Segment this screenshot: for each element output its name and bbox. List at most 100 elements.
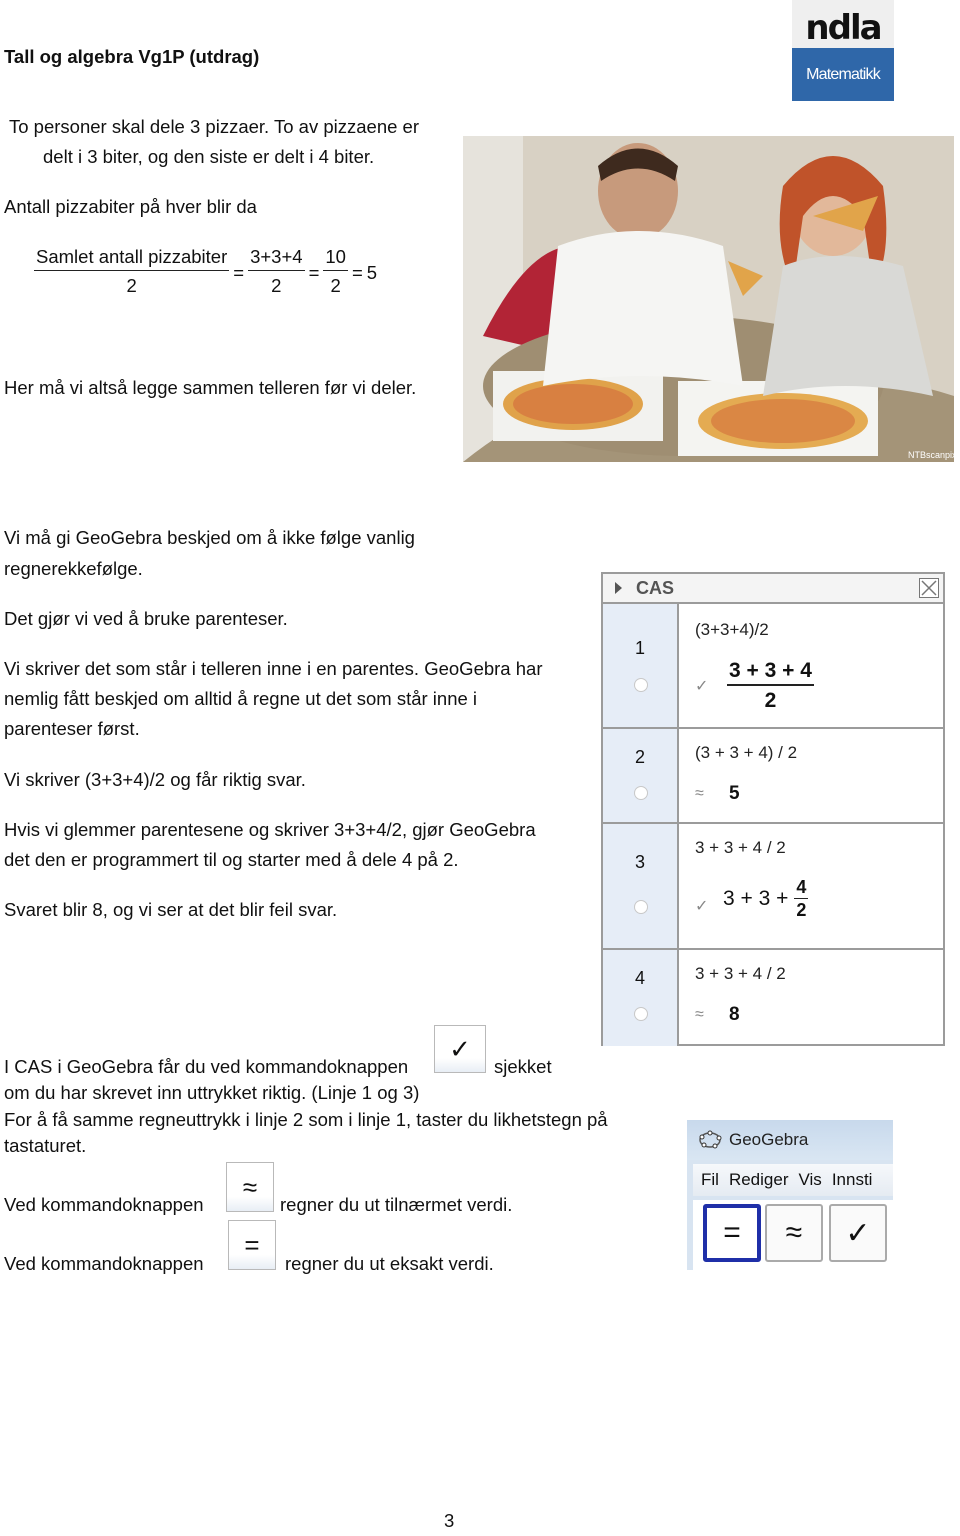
row-number: 4 <box>634 968 645 988</box>
geogebra-titlebar: GeoGebra <box>687 1120 893 1160</box>
photo-watermark: NTBscanpix <box>908 450 954 460</box>
numerator: 3 + 3 + 4 <box>729 659 812 682</box>
check-icon: ✓ <box>695 898 709 915</box>
tool-numeric-approx[interactable]: ≈ <box>765 1204 823 1262</box>
equals-sign: = <box>233 261 245 283</box>
cas-input[interactable]: (3 + 3 + 4) / 2 <box>695 743 797 763</box>
menu-item-innstillinger[interactable]: Innsti <box>832 1170 873 1190</box>
paragraph-5: Vi skriver (3+3+4)/2 og får riktig svar. <box>4 769 306 790</box>
page-number: 3 <box>444 1510 455 1531</box>
paragraph-3: Det gjør vi ved å bruke parenteser. <box>4 608 288 629</box>
ndla-logo: ndla Matematikk <box>792 0 894 101</box>
pizza-photo: NTBscanpix <box>463 136 954 462</box>
approx-icon: ≈ <box>695 785 704 802</box>
close-icon[interactable] <box>919 578 939 598</box>
row-body: (3+3+4)/2 ✓ 3 + 3 + 4 2 <box>679 604 943 727</box>
row-number: 3 <box>634 852 645 872</box>
paragraph-4b: nemlig fått beskjed om alltid å regne ut… <box>4 688 478 709</box>
intro-line-1: To personer skal dele 3 pizzaer. To av p… <box>9 116 419 137</box>
bottom-line-4: tastaturet. <box>4 1135 87 1156</box>
cas-title: CAS <box>636 577 675 598</box>
approx-button[interactable]: ≈ <box>226 1162 274 1212</box>
numerator: 4 <box>796 877 807 897</box>
denominator: 2 <box>248 270 305 301</box>
check-button[interactable]: ✓ <box>434 1025 486 1073</box>
menu-item-fil[interactable]: Fil <box>701 1170 719 1190</box>
cas-output: 5 <box>729 783 740 804</box>
bottom-line-5a: Ved kommandoknappen <box>4 1194 204 1215</box>
row-gutter: 2 <box>603 729 679 822</box>
cas-panel: CAS 1 (3+3+4)/2 ✓ 3 + 3 + 4 2 2 (3 + 3 +… <box>601 572 945 1046</box>
row-body: 3 + 3 + 4 / 2 ✓ 3 + 3 + 4 2 <box>679 824 943 948</box>
paragraph-2b: regnerekkefølge. <box>4 558 143 579</box>
page-title: Tall og algebra Vg1P (utdrag) <box>4 46 260 67</box>
numerator: 10 <box>325 246 346 267</box>
equal-button[interactable]: = <box>228 1220 276 1270</box>
menu-item-vis[interactable]: Vis <box>799 1170 822 1190</box>
photo-illustration: NTBscanpix <box>463 136 954 462</box>
cas-row-1[interactable]: 1 (3+3+4)/2 ✓ 3 + 3 + 4 2 <box>603 604 943 729</box>
geogebra-toolbar-screenshot: GeoGebra Fil Rediger Vis Innsti = ≈ ✓ <box>687 1120 893 1270</box>
formula-result: 5 <box>366 261 378 283</box>
row-number: 1 <box>634 638 645 658</box>
bottom-line-5b: regner du ut tilnærmet verdi. <box>280 1194 513 1215</box>
bottom-line-6a: Ved kommandoknappen <box>4 1253 204 1274</box>
row-number: 2 <box>634 747 645 767</box>
output-prefix: 3 + 3 + <box>723 886 789 910</box>
paragraph-6b: det den er programmert til og starter me… <box>4 849 459 870</box>
menu-item-rediger[interactable]: Rediger <box>729 1170 789 1190</box>
intro-line-3: Antall pizzabiter på hver blir da <box>4 196 257 217</box>
tool-keep-input[interactable]: ✓ <box>829 1204 887 1262</box>
paragraph-4c: parenteser først. <box>4 718 140 739</box>
denominator: 2 <box>794 898 809 920</box>
equals-sign: = <box>308 261 320 283</box>
visibility-toggle[interactable] <box>634 786 648 800</box>
paragraph-1: Her må vi altså legge sammen telleren fø… <box>4 377 417 398</box>
cas-row-4[interactable]: 4 3 + 3 + 4 / 2 ≈ 8 <box>603 950 943 1046</box>
fraction-total: Samlet antall pizzabiter 2 <box>34 244 230 301</box>
cas-output: 3 + 3 + 4 2 <box>727 658 814 716</box>
geogebra-app-title: GeoGebra <box>729 1130 809 1149</box>
bottom-line-2: om du har skrevet inn uttrykket riktig. … <box>4 1082 420 1103</box>
numerator: Samlet antall pizzabiter <box>36 246 228 267</box>
cas-row-2[interactable]: 2 (3 + 3 + 4) / 2 ≈ 5 <box>603 729 943 824</box>
check-icon: ✓ <box>695 678 709 695</box>
denominator: 2 <box>323 270 348 301</box>
pizza-formula: Samlet antall pizzabiter 2 = 3+3+4 2 = 1… <box>34 244 377 301</box>
geogebra-logo-icon <box>699 1130 722 1149</box>
visibility-toggle[interactable] <box>634 1007 648 1021</box>
bottom-line-3: For å få samme regneuttrykk i linje 2 so… <box>4 1109 608 1130</box>
equals-sign: = <box>351 261 363 283</box>
numerator: 3+3+4 <box>250 246 303 267</box>
cas-row-3[interactable]: 3 3 + 3 + 4 / 2 ✓ 3 + 3 + 4 2 <box>603 824 943 950</box>
row-body: 3 + 3 + 4 / 2 ≈ 8 <box>679 950 943 1046</box>
collapse-triangle-icon[interactable] <box>615 582 622 594</box>
cas-output: 8 <box>729 1004 740 1025</box>
intro-line-2: delt i 3 biter, og den siste er delt i 4… <box>43 146 375 167</box>
geogebra-cas-tools: = ≈ ✓ <box>693 1200 893 1270</box>
approx-icon: ≈ <box>695 1006 704 1023</box>
equal-icon: = <box>723 1216 741 1249</box>
row-gutter: 1 <box>603 604 679 727</box>
cas-header: CAS <box>603 574 943 604</box>
cas-input[interactable]: 3 + 3 + 4 / 2 <box>695 964 786 984</box>
fraction-sum: 3+3+4 2 <box>248 244 305 301</box>
tool-evaluate-exact[interactable]: = <box>703 1204 761 1262</box>
check-icon: ✓ <box>449 1033 471 1064</box>
fraction-ten: 10 2 <box>323 244 348 301</box>
logo-subtitle: Matematikk <box>792 48 894 101</box>
paragraph-6a: Hvis vi glemmer parentesene og skriver 3… <box>4 819 536 840</box>
paragraph-2a: Vi må gi GeoGebra beskjed om å ikke følg… <box>4 527 415 548</box>
bottom-line-6b: regner du ut eksakt verdi. <box>285 1253 494 1274</box>
logo-wordmark: ndla <box>805 8 882 48</box>
cas-input[interactable]: (3+3+4)/2 <box>695 620 769 640</box>
equal-icon: = <box>244 1229 260 1260</box>
paragraph-4a: Vi skriver det som står i telleren inne … <box>4 658 543 679</box>
visibility-toggle[interactable] <box>634 678 648 692</box>
visibility-toggle[interactable] <box>634 900 648 914</box>
cas-input[interactable]: 3 + 3 + 4 / 2 <box>695 838 786 858</box>
row-gutter: 4 <box>603 950 679 1046</box>
bottom-line-1b: sjekket <box>494 1056 552 1077</box>
denominator: 2 <box>727 684 814 716</box>
check-icon: ✓ <box>845 1216 871 1250</box>
